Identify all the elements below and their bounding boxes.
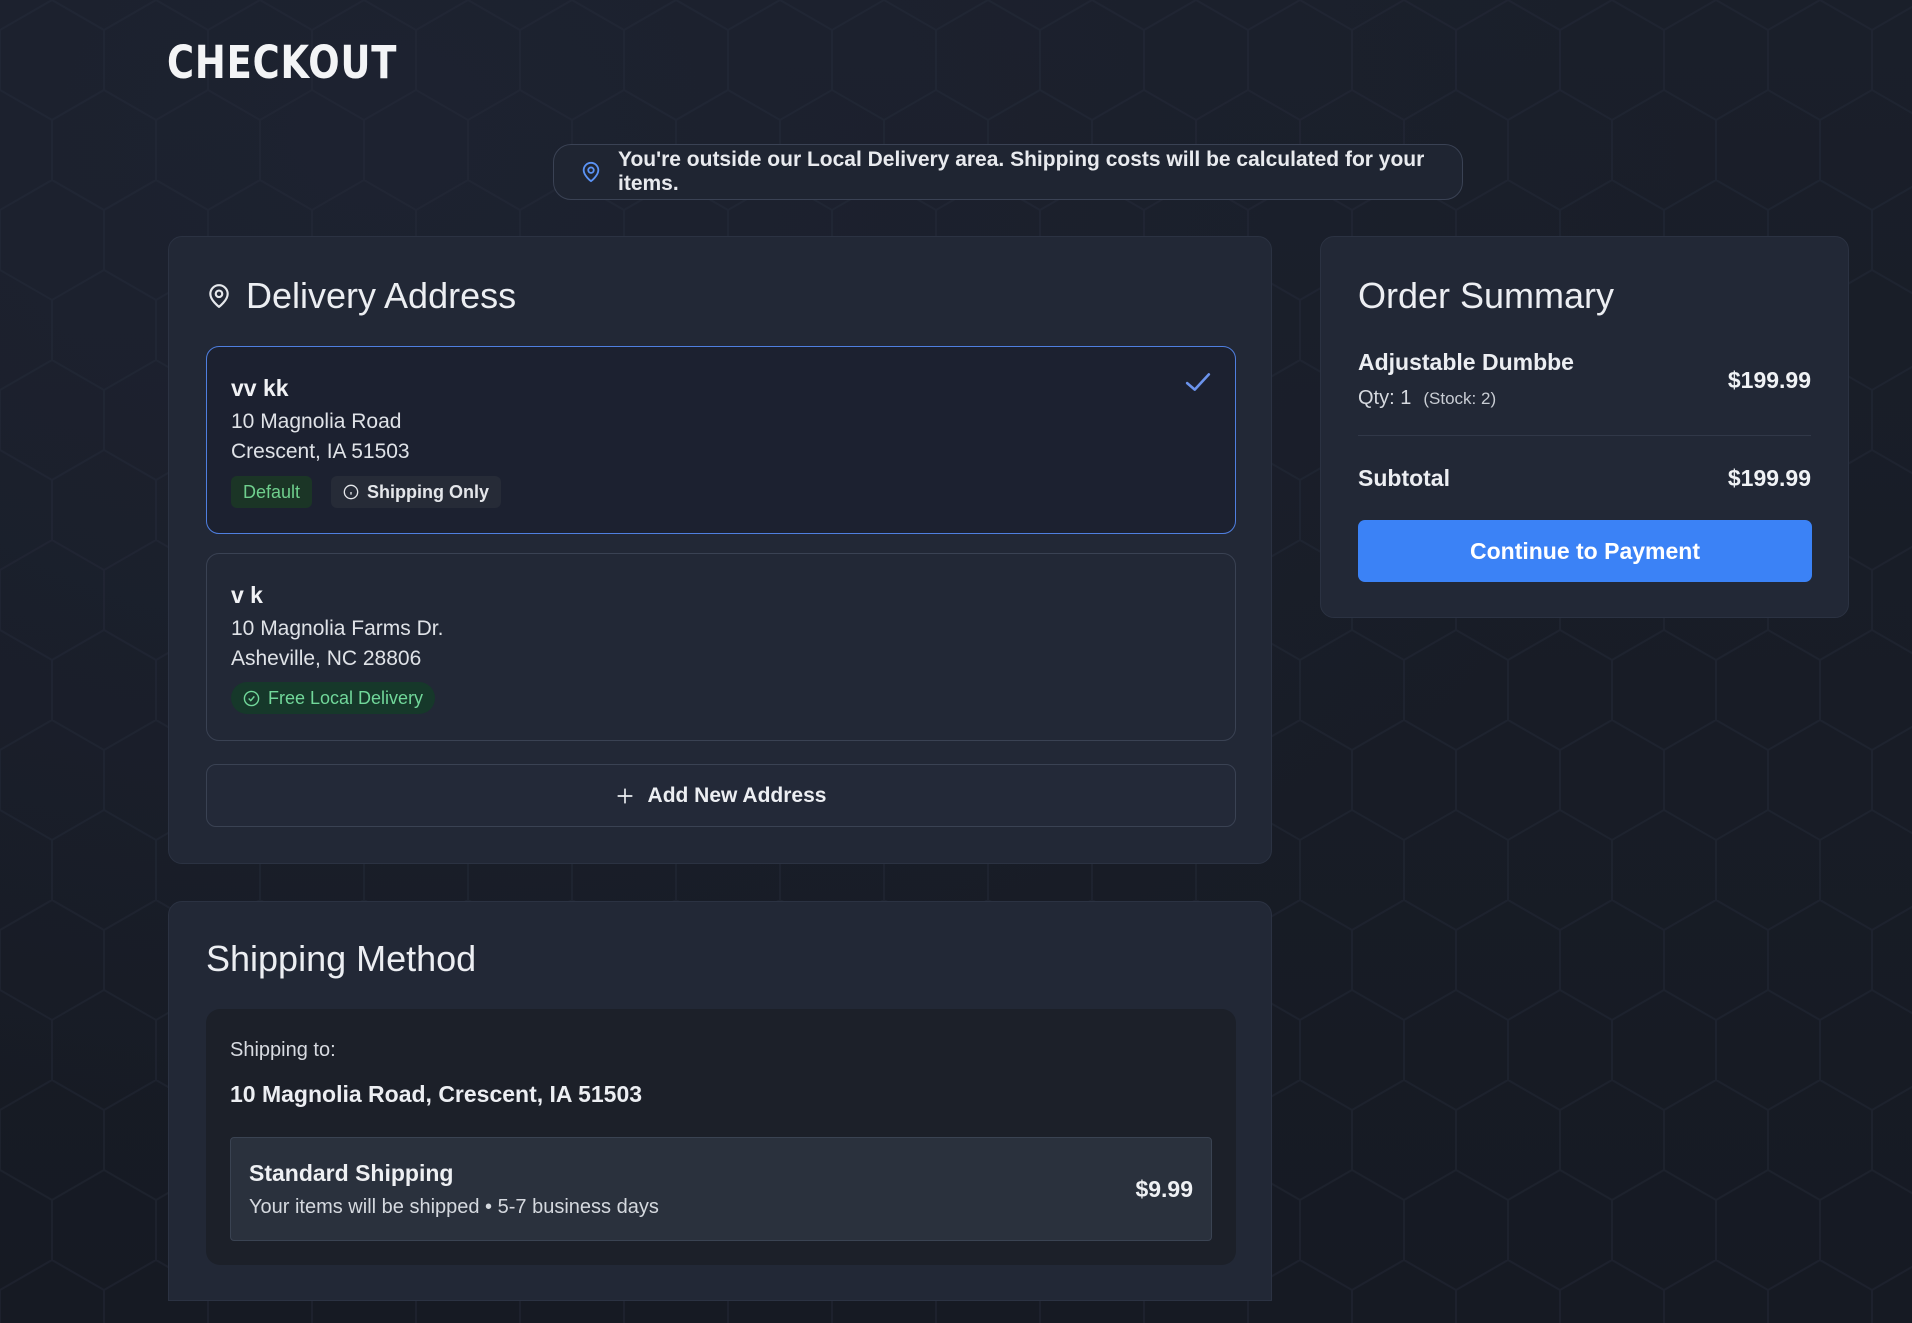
default-badge: Default [231, 476, 313, 508]
summary-item-price: $199.99 [1727, 367, 1811, 393]
shipping-to-label: Shipping to: [230, 1039, 336, 1061]
plus-icon [616, 787, 633, 804]
address-line1: 10 Magnolia Road [231, 410, 402, 433]
address-option[interactable]: v k 10 Magnolia Farms Dr. Asheville, NC … [206, 553, 1236, 741]
map-pin-icon [209, 284, 229, 308]
delivery-address-title: Delivery Address [246, 275, 517, 316]
address-line2: Crescent, IA 51503 [231, 440, 410, 463]
free-local-delivery-label: Free Local Delivery [268, 687, 424, 708]
add-new-address-label: Add New Address [647, 783, 827, 807]
info-icon [343, 484, 359, 500]
shipping-method-title: Shipping Method [206, 938, 477, 979]
summary-item-name: Adjustable Dumbbe [1358, 349, 1574, 375]
address-line1: 10 Magnolia Farms Dr. [231, 617, 444, 640]
shipping-option-price: $9.99 [1135, 1176, 1193, 1202]
continue-to-payment-button[interactable]: Continue to Payment [1358, 520, 1812, 582]
map-pin-icon [582, 161, 600, 183]
address-name: vv kk [231, 375, 289, 401]
order-summary-card: Order Summary Adjustable Dumbbe Qty: 1 (… [1320, 236, 1849, 618]
add-new-address-button[interactable]: Add New Address [206, 764, 1236, 827]
delivery-area-notice: You're outside our Local Delivery area. … [553, 144, 1463, 200]
notice-text: You're outside our Local Delivery area. … [618, 148, 1425, 195]
summary-item-qty: Qty: 1 (Stock: 2) [1358, 387, 1496, 410]
shipping-only-badge: Shipping Only [331, 476, 501, 508]
address-line2: Asheville, NC 28806 [231, 647, 422, 670]
check-circle-icon [243, 690, 260, 706]
order-summary-title: Order Summary [1358, 275, 1615, 316]
checkmark-icon [1185, 373, 1211, 391]
summary-divider [1358, 435, 1811, 436]
stock-text: (Stock: 2) [1423, 389, 1497, 408]
shipping-option-name: Standard Shipping [249, 1160, 454, 1186]
standard-shipping-option[interactable]: Standard Shipping Your items will be shi… [230, 1137, 1212, 1241]
shipping-to-address: 10 Magnolia Road, Crescent, IA 51503 [230, 1081, 643, 1107]
subtotal-label: Subtotal [1358, 465, 1450, 491]
shipping-details-panel: Shipping to: 10 Magnolia Road, Crescent,… [206, 1009, 1236, 1265]
page-title: CHECKOUT [167, 36, 398, 89]
qty-text: Qty: 1 [1358, 387, 1412, 409]
default-badge-label: Default [243, 481, 301, 502]
shipping-method-card: Shipping Method Shipping to: 10 Magnolia… [168, 901, 1272, 1301]
shipping-option-description: Your items will be shipped • 5-7 busines… [249, 1196, 659, 1218]
address-option-selected[interactable]: vv kk 10 Magnolia Road Crescent, IA 5150… [206, 346, 1236, 534]
delivery-address-card: Delivery Address vv kk 10 Magnolia Road … [168, 236, 1272, 864]
delivery-address-heading: Delivery Address [206, 275, 516, 317]
address-name: v k [231, 582, 263, 608]
subtotal-value: $199.99 [1727, 465, 1811, 491]
checkout-page: CHECKOUT You're outside our Local Delive… [0, 0, 1912, 1323]
free-local-delivery-badge: Free Local Delivery [231, 682, 436, 714]
shipping-only-label: Shipping Only [367, 481, 489, 502]
